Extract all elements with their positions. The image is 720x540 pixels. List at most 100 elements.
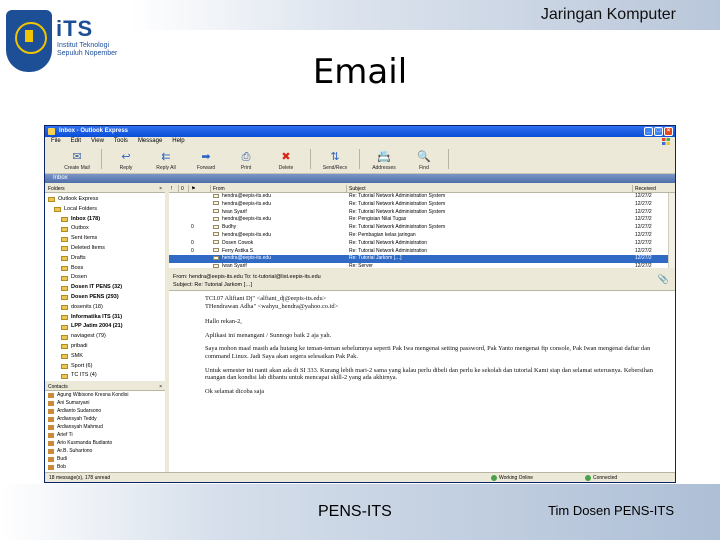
contact-item[interactable]: Agung Wibisono Kresna Kondisi — [45, 391, 165, 399]
folder-item[interactable]: Dosen PENS (293) — [45, 293, 165, 303]
close-button[interactable]: × — [664, 127, 673, 136]
col-received[interactable]: Received — [633, 185, 675, 192]
contact-item[interactable]: Budi — [45, 455, 165, 463]
folder-item[interactable]: LPP Jatim 2004 (21) — [45, 322, 165, 332]
row-from-cell: hendra@eepis-its.edu — [211, 201, 347, 209]
folder-icon — [61, 285, 68, 291]
window-titlebar[interactable]: Inbox - Outlook Express _ □ × — [45, 126, 675, 137]
folder-item[interactable]: Sport (6) — [45, 362, 165, 372]
windows-flag-icon — [662, 138, 670, 145]
menu-message[interactable]: Message — [138, 137, 162, 146]
folder-item[interactable]: Boss — [45, 264, 165, 274]
envelope-icon — [213, 201, 219, 206]
folder-icon — [61, 256, 68, 262]
toolbar-find-button[interactable]: 🔍 Find — [406, 147, 442, 171]
message-row[interactable]: Iwan Syarif Re: Tutorial Network Administ… — [169, 209, 675, 217]
folder-item[interactable]: Dosen — [45, 273, 165, 283]
folder-item[interactable]: Sent Items — [45, 234, 165, 244]
contact-item[interactable]: Bob — [45, 463, 165, 471]
toolbar-forward-button[interactable]: ➡ Forward — [188, 147, 224, 171]
folder-item[interactable]: SMK — [45, 352, 165, 362]
row-from: Budhy — [222, 224, 237, 231]
col-priority[interactable]: ! — [169, 185, 179, 192]
menu-bar: File Edit View Tools Message Help — [45, 137, 675, 146]
message-row[interactable]: 0 Dosen Cowok Re: Tutorial Network Adminis… — [169, 240, 675, 248]
folder-item[interactable]: Local Folders — [45, 205, 165, 215]
contact-name: Bob — [57, 464, 66, 470]
folder-icon — [61, 344, 68, 350]
folder-icon — [54, 207, 61, 213]
menu-view[interactable]: View — [91, 137, 104, 146]
row-priority — [169, 224, 179, 232]
toolbar-label: Addresses — [372, 165, 396, 171]
status-bar: 18 message(s), 178 unread Working Online… — [45, 472, 675, 482]
contact-card-icon — [48, 448, 54, 454]
menu-help[interactable]: Help — [172, 137, 184, 146]
folder-label: Sent Items — [71, 235, 98, 242]
folder-item[interactable]: Deleted Items — [45, 244, 165, 254]
folder-item[interactable]: Inbox (178) — [45, 215, 165, 225]
menu-edit[interactable]: Edit — [71, 137, 81, 146]
contact-name: Ar.B. Suhartono — [57, 448, 93, 454]
message-row[interactable]: hendra@eepis-its.edu Re: Pembagian kelas … — [169, 232, 675, 240]
row-subject: Re: Tutorial Network Administration — [349, 239, 428, 246]
row-from-cell: Iwan Syarif — [211, 209, 347, 217]
envelope-icon — [213, 216, 219, 221]
contact-item[interactable]: Ario Kusmanda Budianto — [45, 439, 165, 447]
folder-item[interactable]: TC ITS (4) — [45, 371, 165, 381]
toolbar-reply-all-button[interactable]: ⇇ Reply All — [148, 147, 184, 171]
menu-file[interactable]: File — [51, 137, 61, 146]
preview-paragraph: Hallo rekan-2, — [205, 318, 242, 326]
folder-item[interactable]: Outbox — [45, 224, 165, 234]
menu-tools[interactable]: Tools — [114, 137, 128, 146]
message-row[interactable]: hendra@eepis-its.edu Re: Pengisian Nilai … — [169, 216, 675, 224]
folder-item[interactable]: Dosen IT PENS (32) — [45, 283, 165, 293]
contact-item[interactable]: Ani Sumaryani — [45, 399, 165, 407]
message-row[interactable]: hendra@eepis-its.edu Re: Tutorial Network… — [169, 193, 675, 201]
toolbar-create-mail-button[interactable]: ✉ Create Mail — [59, 147, 95, 171]
col-attachment[interactable]: 0 — [179, 185, 189, 192]
toolbar-addresses-button[interactable]: 📇 Addresses — [366, 147, 402, 171]
folder-item[interactable]: pribadi — [45, 342, 165, 352]
toolbar-print-button[interactable]: ⎙ Print — [228, 147, 264, 171]
maximize-button[interactable]: □ — [654, 127, 663, 136]
envelope-icon — [213, 232, 219, 237]
close-pane-icon[interactable]: × — [159, 185, 162, 193]
folder-icon — [61, 216, 68, 222]
footer-left: PENS-ITS — [318, 503, 392, 520]
row-from-cell: hendra@eepis-its.edu — [211, 232, 347, 240]
message-list-scrollbar[interactable] — [668, 193, 675, 268]
folder-item[interactable]: Informatika ITS (31) — [45, 313, 165, 323]
toolbar-send-recv-button[interactable]: ⇅ Send/Recv — [317, 147, 353, 171]
contact-card-icon — [48, 432, 54, 438]
toolbar-label: Print — [240, 165, 252, 171]
folder-item[interactable]: dosenits (18) — [45, 303, 165, 313]
folder-item[interactable]: naviagest (79) — [45, 332, 165, 342]
message-row[interactable]: 0 Budhy Re: Tutorial Network Administratio… — [169, 224, 675, 232]
row-from: hendra@eepis-its.edu — [222, 255, 271, 262]
message-list-header: ! 0 ⚑ From Subject Received — [169, 185, 675, 193]
folder-item[interactable]: Outlook Express — [45, 195, 165, 205]
contact-item[interactable]: Arief Ti — [45, 431, 165, 439]
message-row[interactable]: hendra@eepis-its.edu Re: Tutorial Jarkom … — [169, 255, 675, 264]
message-list: ! 0 ⚑ From Subject Received hendra@eepis-its.… — [169, 185, 675, 271]
contact-item[interactable]: Ar.B. Suhartono — [45, 447, 165, 455]
message-row[interactable]: hendra@eepis-its.edu Re: Tutorial Network… — [169, 201, 675, 209]
col-subject[interactable]: Subject — [347, 185, 633, 192]
attachment-clip-icon[interactable]: 📎 — [658, 275, 669, 284]
folder-icon — [61, 314, 68, 320]
contact-item[interactable]: Ardiansyah Mahmud — [45, 423, 165, 431]
toolbar-delete-button[interactable]: ✖ Delete — [268, 147, 304, 171]
message-row[interactable]: Iwan Syarif Re: Server 12/27/2 — [169, 263, 675, 268]
col-flag[interactable]: ⚑ — [189, 185, 211, 192]
contact-name: Ani Sumaryani — [57, 400, 90, 406]
col-from[interactable]: From — [211, 185, 347, 192]
contact-item[interactable]: Ardiansyah Teddy — [45, 415, 165, 423]
contact-item[interactable]: Ardianto Sudarsono — [45, 407, 165, 415]
close-contacts-icon[interactable]: × — [159, 383, 162, 391]
row-attachment — [179, 255, 189, 263]
message-row[interactable]: 0 Ferry Astika S. Re: Tutorial Network Adm… — [169, 248, 675, 256]
toolbar-reply-button[interactable]: ↩ Reply — [108, 147, 144, 171]
minimize-button[interactable]: _ — [644, 127, 653, 136]
folder-item[interactable]: Drafts — [45, 254, 165, 264]
